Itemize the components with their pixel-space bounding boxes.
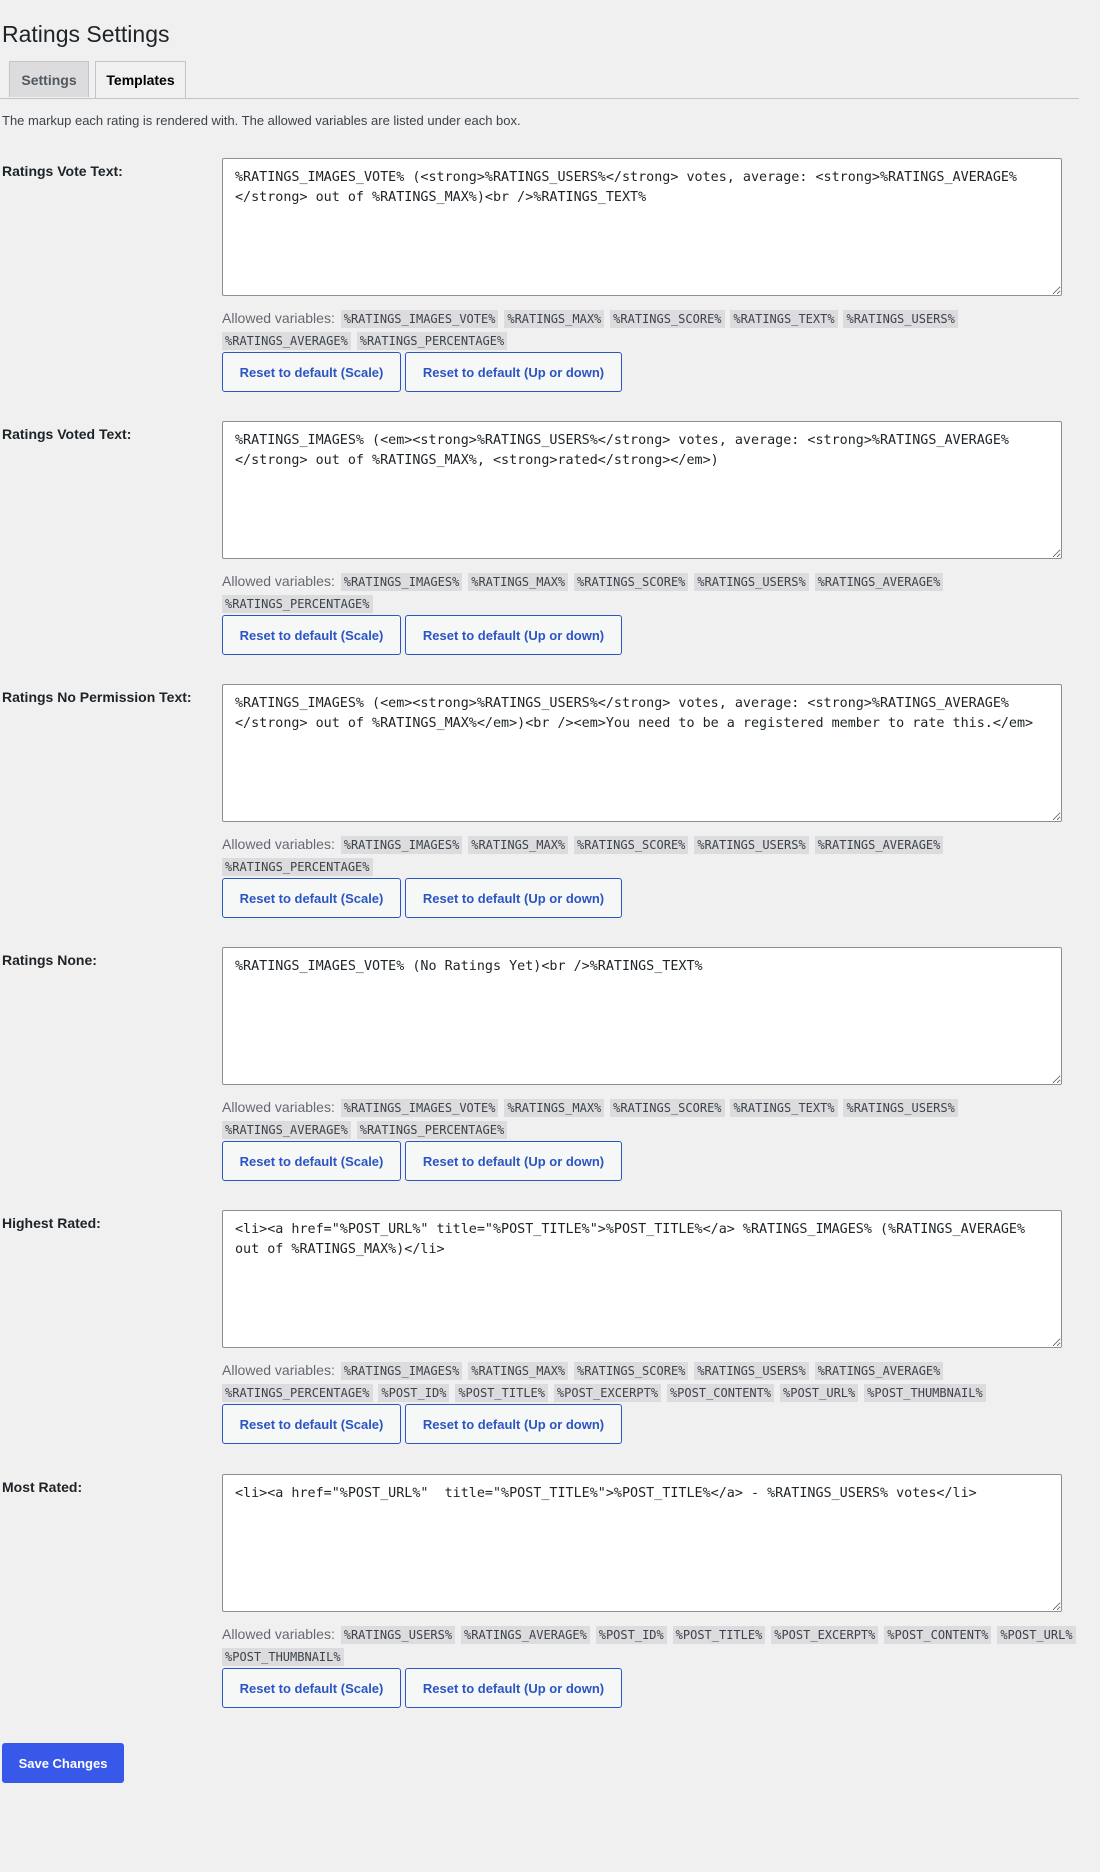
variable-chip: %POST_URL% xyxy=(780,1384,859,1403)
variable-chip: %RATINGS_MAX% xyxy=(504,1099,605,1118)
allowed-variables: Allowed variables: %RATINGS_USERS% %RATI… xyxy=(222,1623,1082,1667)
variable-chip: %POST_ID% xyxy=(378,1384,450,1403)
variable-chip: %RATINGS_MAX% xyxy=(468,1362,569,1381)
variable-chip: %RATINGS_TEXT% xyxy=(730,310,838,329)
variable-chip: %RATINGS_MAX% xyxy=(468,573,569,592)
allowed-variables-label: Allowed variables: xyxy=(222,1362,335,1378)
variable-chip: %POST_EXCERPT% xyxy=(553,1384,662,1403)
variable-chip: %POST_EXCERPT% xyxy=(771,1626,879,1645)
variable-chip: %POST_THUMBNAIL% xyxy=(222,1648,344,1667)
voted-text-textarea[interactable]: %RATINGS_IMAGES% (<em><strong>%RATINGS_U… xyxy=(222,421,1062,559)
variable-chip: %RATINGS_AVERAGE% xyxy=(814,573,944,592)
variable-chip: %RATINGS_SCORE% xyxy=(610,310,725,329)
allowed-variables: Allowed variables: %RATINGS_IMAGES% %RAT… xyxy=(222,1359,1082,1403)
reset-scale-button[interactable]: Reset to default (Scale) xyxy=(222,352,401,392)
allowed-variables: Allowed variables: %RATINGS_IMAGES_VOTE%… xyxy=(222,1096,1082,1140)
vote-text-label: Ratings Vote Text: xyxy=(2,163,123,179)
reset-updown-button[interactable]: Reset to default (Up or down) xyxy=(405,1668,622,1708)
tab-settings[interactable]: Settings xyxy=(9,61,89,97)
reset-updown-button[interactable]: Reset to default (Up or down) xyxy=(405,615,622,655)
no-permission-text-label: Ratings No Permission Text: xyxy=(2,689,192,705)
save-changes-button[interactable]: Save Changes xyxy=(2,1743,124,1783)
reset-updown-button[interactable]: Reset to default (Up or down) xyxy=(405,1141,622,1181)
vote-text-textarea[interactable]: %RATINGS_IMAGES_VOTE% (<strong>%RATINGS_… xyxy=(222,158,1062,296)
variable-chip: %RATINGS_USERS% xyxy=(694,1362,809,1381)
variable-chip: %POST_THUMBNAIL% xyxy=(864,1384,986,1403)
variable-chip: %RATINGS_PERCENTAGE% xyxy=(222,1384,373,1403)
variable-chip: %RATINGS_PERCENTAGE% xyxy=(222,595,373,614)
variable-chip: %RATINGS_AVERAGE% xyxy=(461,1626,590,1645)
reset-scale-button[interactable]: Reset to default (Scale) xyxy=(222,615,401,655)
tab-templates[interactable]: Templates xyxy=(95,61,186,98)
allowed-variables-label: Allowed variables: xyxy=(222,573,335,589)
most-rated-label: Most Rated: xyxy=(2,1479,83,1495)
variable-chip: %RATINGS_IMAGES% xyxy=(340,836,463,855)
variable-chip: %POST_CONTENT% xyxy=(884,1626,992,1645)
highest-rated-label: Highest Rated: xyxy=(2,1215,101,1231)
variable-chip: %RATINGS_USERS% xyxy=(694,836,809,855)
variable-chip: %RATINGS_IMAGES% xyxy=(340,573,463,592)
variable-chip: %RATINGS_MAX% xyxy=(468,836,569,855)
reset-scale-button[interactable]: Reset to default (Scale) xyxy=(222,1141,401,1181)
variable-chip: %RATINGS_AVERAGE% xyxy=(222,332,351,351)
variable-chip: %RATINGS_MAX% xyxy=(504,310,605,329)
variable-chip: %RATINGS_IMAGES% xyxy=(340,1362,463,1381)
variable-chip: %RATINGS_USERS% xyxy=(843,310,958,329)
variable-chip: %RATINGS_SCORE% xyxy=(574,1362,689,1381)
allowed-variables: Allowed variables: %RATINGS_IMAGES% %RAT… xyxy=(222,570,1082,614)
allowed-variables-label: Allowed variables: xyxy=(222,836,335,852)
variable-chip: %RATINGS_SCORE% xyxy=(610,1099,725,1118)
most-rated-textarea[interactable]: <li><a href="%POST_URL%" title="%POST_TI… xyxy=(222,1474,1062,1612)
variable-chip: %POST_TITLE% xyxy=(672,1626,766,1645)
reset-scale-button[interactable]: Reset to default (Scale) xyxy=(222,1668,401,1708)
variable-chip: %RATINGS_SCORE% xyxy=(574,573,689,592)
variable-chip: %POST_ID% xyxy=(595,1626,667,1645)
voted-text-label: Ratings Voted Text: xyxy=(2,426,132,442)
variable-chip: %POST_CONTENT% xyxy=(666,1384,775,1403)
variable-chip: %RATINGS_SCORE% xyxy=(574,836,689,855)
allowed-variables-label: Allowed variables: xyxy=(222,1626,335,1642)
allowed-variables-label: Allowed variables: xyxy=(222,310,335,326)
variable-chip: %RATINGS_PERCENTAGE% xyxy=(356,332,508,351)
variable-chip: %RATINGS_PERCENTAGE% xyxy=(222,858,373,877)
highest-rated-textarea[interactable]: <li><a href="%POST_URL%" title="%POST_TI… xyxy=(222,1210,1062,1348)
variable-chip: %RATINGS_AVERAGE% xyxy=(814,1362,944,1381)
intro-text: The markup each rating is rendered with.… xyxy=(2,113,521,128)
reset-updown-button[interactable]: Reset to default (Up or down) xyxy=(405,878,622,918)
none-label: Ratings None: xyxy=(2,952,97,968)
variable-chip: %RATINGS_PERCENTAGE% xyxy=(356,1121,508,1140)
no-permission-text-textarea[interactable]: %RATINGS_IMAGES% (<em><strong>%RATINGS_U… xyxy=(222,684,1062,822)
variable-chip: %RATINGS_AVERAGE% xyxy=(814,836,944,855)
allowed-variables: Allowed variables: %RATINGS_IMAGES_VOTE%… xyxy=(222,307,1082,351)
reset-scale-button[interactable]: Reset to default (Scale) xyxy=(222,878,401,918)
variable-chip: %RATINGS_USERS% xyxy=(340,1626,456,1645)
reset-updown-button[interactable]: Reset to default (Up or down) xyxy=(405,1404,622,1444)
variable-chip: %RATINGS_TEXT% xyxy=(730,1099,838,1118)
variable-chip: %RATINGS_IMAGES_VOTE% xyxy=(340,1099,499,1118)
allowed-variables: Allowed variables: %RATINGS_IMAGES% %RAT… xyxy=(222,833,1082,877)
reset-updown-button[interactable]: Reset to default (Up or down) xyxy=(405,352,622,392)
variable-chip: %POST_URL% xyxy=(997,1626,1076,1645)
none-textarea[interactable]: %RATINGS_IMAGES_VOTE% (No Ratings Yet)<b… xyxy=(222,947,1062,1085)
page-title: Ratings Settings xyxy=(2,21,170,47)
variable-chip: %RATINGS_IMAGES_VOTE% xyxy=(340,310,499,329)
reset-scale-button[interactable]: Reset to default (Scale) xyxy=(222,1404,401,1444)
allowed-variables-label: Allowed variables: xyxy=(222,1099,335,1115)
variable-chip: %RATINGS_USERS% xyxy=(843,1099,958,1118)
variable-chip: %RATINGS_USERS% xyxy=(694,573,809,592)
variable-chip: %POST_TITLE% xyxy=(455,1384,549,1403)
tab-bar: Settings Templates xyxy=(0,61,1079,99)
variable-chip: %RATINGS_AVERAGE% xyxy=(222,1121,351,1140)
